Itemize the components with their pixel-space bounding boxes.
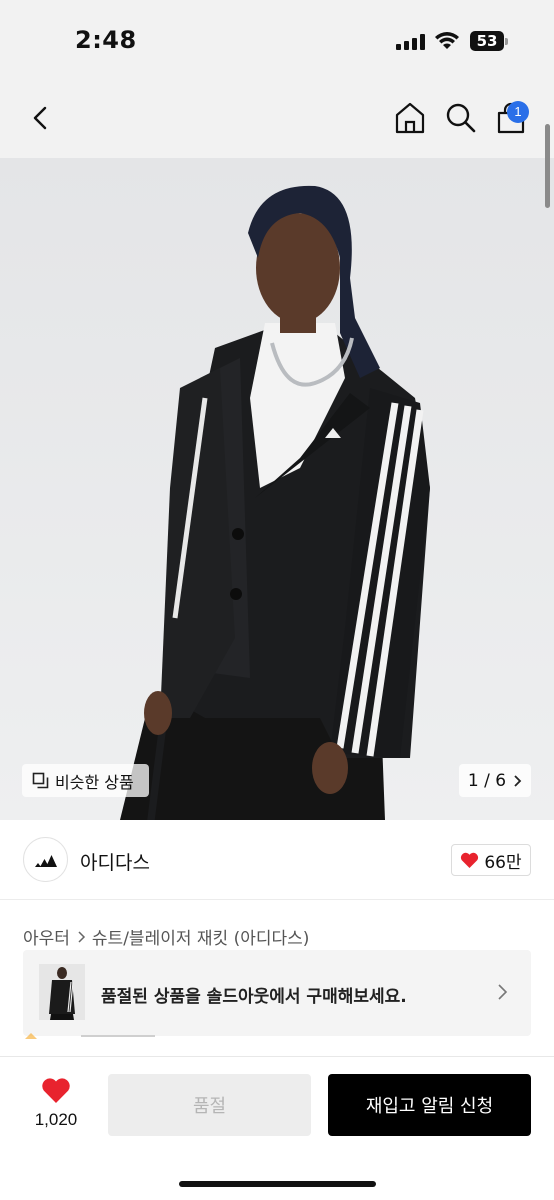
battery-level: 53 <box>476 32 498 50</box>
image-page-indicator[interactable]: 1 / 6 <box>459 764 531 797</box>
heart-icon <box>461 852 479 868</box>
chevron-right-icon <box>498 984 508 1000</box>
breadcrumb: 아우터 슈트/블레이저 재킷 (아디다스) <box>23 924 309 949</box>
chevron-right-icon <box>78 930 85 943</box>
product-photo-illustration <box>0 158 554 820</box>
soldout-banner[interactable]: 품절된 상품을 솔드아웃에서 구매해보세요. <box>23 950 531 1036</box>
brand-like-button[interactable]: 66만 <box>451 844 531 876</box>
status-bar: 2:48 53 <box>0 0 554 84</box>
breadcrumb-category[interactable]: 아우터 <box>23 924 70 949</box>
banner-text: 품절된 상품을 솔드아웃에서 구매해보세요. <box>101 987 407 1007</box>
scrollbar[interactable] <box>545 124 550 208</box>
partial-content-peek <box>25 1033 155 1039</box>
battery-icon: 53 <box>470 31 508 51</box>
heart-filled-icon <box>42 1078 70 1103</box>
home-icon[interactable] <box>393 100 427 136</box>
bottom-action-bar: 1,020 품절 재입고 알림 신청 <box>0 1056 554 1200</box>
cart-badge: 1 <box>507 101 529 123</box>
similar-products-button[interactable]: 비슷한 상품 <box>22 764 149 797</box>
similar-products-label: 비슷한 상품 <box>55 772 134 792</box>
restock-alert-button[interactable]: 재입고 알림 신청 <box>328 1074 531 1136</box>
search-icon[interactable] <box>444 100 478 136</box>
brand-like-count: 66만 <box>484 852 522 873</box>
brand-name[interactable]: 아디다스 <box>80 848 150 875</box>
status-time: 2:48 <box>75 26 137 54</box>
breadcrumb-subcategory[interactable]: 슈트/블레이저 재킷 (아디다스) <box>92 924 309 949</box>
soldout-button[interactable]: 품절 <box>108 1074 311 1136</box>
signal-icon <box>396 34 426 50</box>
brand-logo[interactable] <box>23 837 68 882</box>
top-nav <box>0 84 554 158</box>
favorite-count: 1,020 <box>34 1110 78 1129</box>
copy-icon <box>32 772 49 789</box>
page-indicator-text: 1 / 6 <box>467 770 507 791</box>
brand-row[interactable]: 아디다스 66만 <box>0 820 554 900</box>
home-indicator[interactable] <box>179 1181 376 1187</box>
wifi-icon <box>435 32 459 49</box>
favorite-button[interactable] <box>30 1077 82 1108</box>
chevron-left-icon[interactable] <box>24 100 58 136</box>
banner-thumbnail <box>39 964 85 1020</box>
chevron-right-icon <box>514 774 522 787</box>
adidas-logo-icon <box>35 855 57 867</box>
product-image[interactable] <box>0 158 554 820</box>
